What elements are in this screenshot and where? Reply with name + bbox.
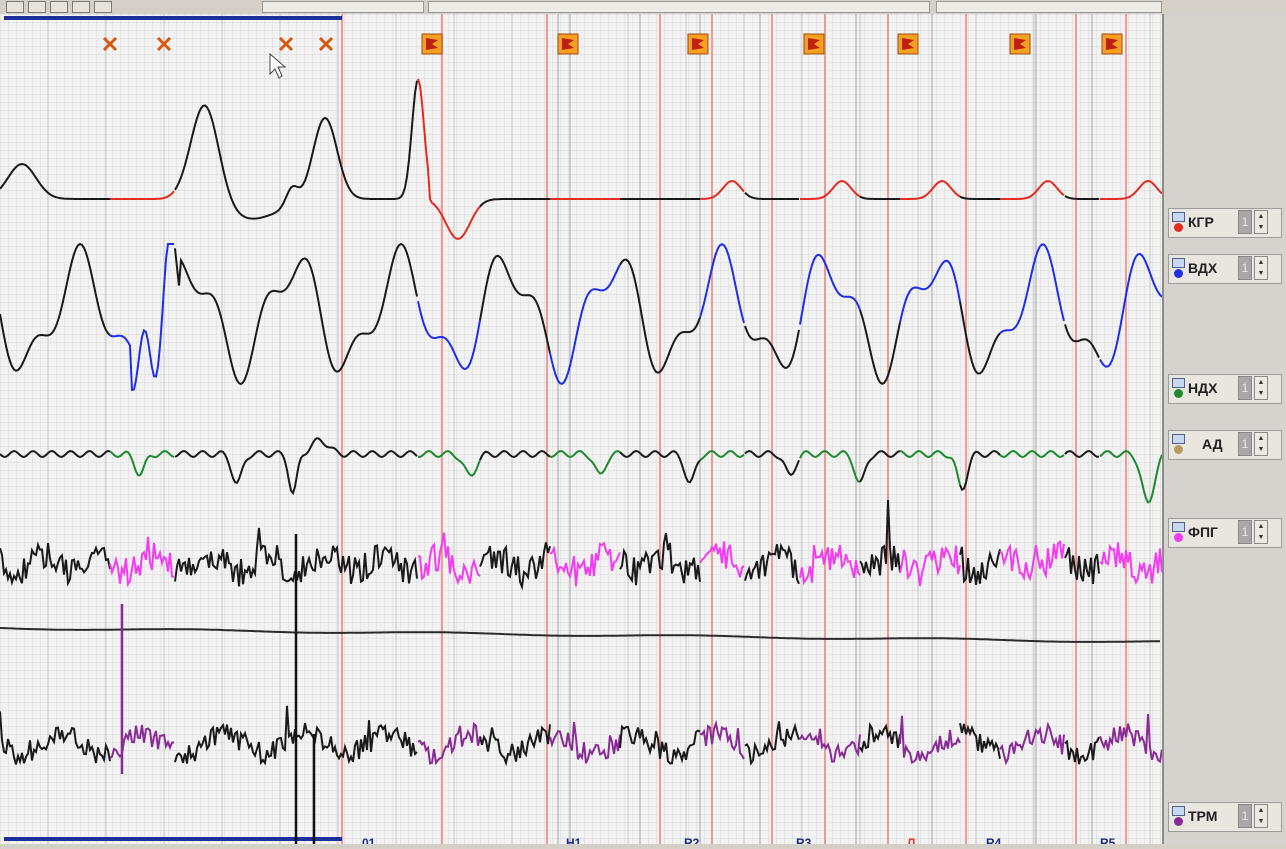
- channel-spinner[interactable]: ▲ ▼: [1254, 376, 1268, 400]
- channel-sidebar: КГР 1 ▲ ▼ ВДХ 1 ▲ ▼ НДХ 1 ▲ ▼ АД 1 ▲ ▼ ФПГ 1…: [1164, 14, 1286, 844]
- toolbar-field-2[interactable]: [428, 1, 930, 13]
- channel-kgr[interactable]: КГР 1 ▲ ▼: [1168, 208, 1284, 238]
- channel-color-dot: [1174, 223, 1183, 232]
- channel-scale-box[interactable]: 1: [1238, 804, 1252, 828]
- question-label: Н1: [566, 836, 582, 844]
- question-marker-line: [659, 14, 661, 844]
- question-marker-line: [771, 14, 773, 844]
- question-label: R3: [796, 836, 812, 844]
- channel-spinner[interactable]: ▲ ▼: [1254, 256, 1268, 280]
- flag-icon: [421, 33, 443, 55]
- selection-bar-top: [4, 16, 342, 20]
- channel-scale-box[interactable]: 1: [1238, 210, 1252, 234]
- question-marker-line: [441, 14, 443, 844]
- flag-icon: [1101, 33, 1123, 55]
- toolbar-button-4[interactable]: [72, 1, 90, 13]
- channel-label: НДХ: [1188, 380, 1218, 396]
- channel-ndh[interactable]: НДХ 1 ▲ ▼: [1168, 374, 1284, 404]
- channel-scale-box[interactable]: 1: [1238, 256, 1252, 280]
- channel-vdh[interactable]: ВДХ 1 ▲ ▼: [1168, 254, 1284, 284]
- selection-bar-bottom: [4, 837, 342, 841]
- question-label: Л: [907, 836, 915, 844]
- toolbar-button-2[interactable]: [28, 1, 46, 13]
- question-marker-line: [1125, 14, 1127, 844]
- channel-scale-box[interactable]: 1: [1238, 376, 1252, 400]
- channel-color-dot: [1174, 445, 1183, 454]
- question-marker-line: [824, 14, 826, 844]
- toolbar-button-3[interactable]: [50, 1, 68, 13]
- polygraph-chart-svg: 01 Н1 R2 R3 Л R4 R5: [0, 14, 1163, 849]
- channel-settings-icon[interactable]: [1172, 522, 1185, 532]
- flag-icon: [897, 33, 919, 55]
- channel-spinner[interactable]: ▲ ▼: [1254, 804, 1268, 828]
- channel-settings-icon[interactable]: [1172, 434, 1185, 444]
- channel-settings-icon[interactable]: [1172, 806, 1185, 816]
- question-marker-line: [965, 14, 967, 844]
- question-marker-line: [546, 14, 548, 844]
- channel-label: КГР: [1188, 214, 1214, 230]
- flag-icon: [1009, 33, 1031, 55]
- channel-label: ФПГ: [1188, 524, 1218, 540]
- channel-settings-icon[interactable]: [1172, 212, 1185, 222]
- channel-settings-icon[interactable]: [1172, 258, 1185, 268]
- question-label: 01: [362, 836, 376, 844]
- channel-trm[interactable]: ТРМ 1 ▲ ▼: [1168, 802, 1284, 832]
- channel-spinner[interactable]: ▲ ▼: [1254, 520, 1268, 544]
- channel-scale-box[interactable]: 1: [1238, 432, 1252, 456]
- channel-color-dot: [1174, 269, 1183, 278]
- channel-settings-icon[interactable]: [1172, 378, 1185, 388]
- toolbar-button-5[interactable]: [94, 1, 112, 13]
- toolbar: [0, 0, 1286, 15]
- flag-icon: [687, 33, 709, 55]
- question-marker-line: [341, 14, 343, 844]
- channel-label: ВДХ: [1188, 260, 1218, 276]
- toolbar-button-1[interactable]: [6, 1, 24, 13]
- channel-spinner[interactable]: ▲ ▼: [1254, 210, 1268, 234]
- channel-color-dot: [1174, 389, 1183, 398]
- channel-fpg[interactable]: ФПГ 1 ▲ ▼: [1168, 518, 1284, 548]
- question-marker-line: [1075, 14, 1077, 844]
- question-marker-line: [711, 14, 713, 844]
- question-label: R4: [986, 836, 1002, 844]
- flag-icon: [557, 33, 579, 55]
- channel-color-dot: [1174, 533, 1183, 542]
- channel-label: ТРМ: [1188, 808, 1218, 824]
- chart-grid: [0, 14, 1162, 844]
- toolbar-field-3[interactable]: [936, 1, 1162, 13]
- channel-color-dot: [1174, 817, 1183, 826]
- toolbar-field-1[interactable]: [262, 1, 424, 13]
- question-label: R2: [684, 836, 700, 844]
- channel-scale-box[interactable]: 1: [1238, 520, 1252, 544]
- channel-ad[interactable]: АД 1 ▲ ▼: [1168, 430, 1284, 460]
- question-marker-line: [887, 14, 889, 844]
- question-label: R5: [1100, 836, 1116, 844]
- polygraph-chart-area[interactable]: 01 Н1 R2 R3 Л R4 R5: [0, 14, 1164, 849]
- channel-spinner[interactable]: ▲ ▼: [1254, 432, 1268, 456]
- channel-label: АД: [1202, 436, 1223, 452]
- flag-icon: [803, 33, 825, 55]
